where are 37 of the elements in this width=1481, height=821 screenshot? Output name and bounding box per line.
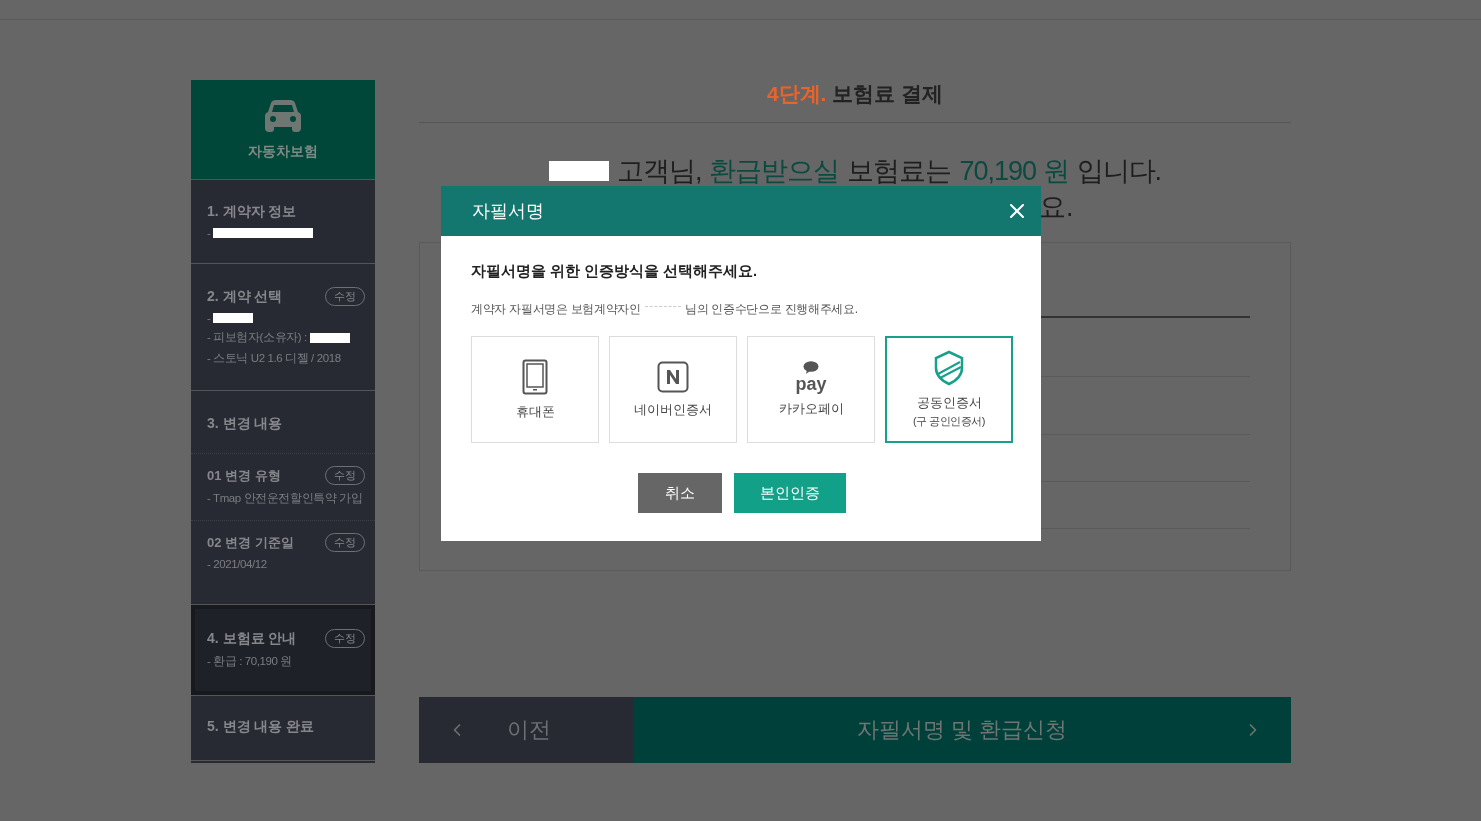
verify-button[interactable]: 본인인증 xyxy=(734,473,846,513)
summary-text: - xyxy=(207,227,365,239)
message-text: 요. xyxy=(1039,191,1074,224)
auth-option[interactable]: 네이버인증서 xyxy=(609,336,737,443)
section-title: 2. 계약 선택 xyxy=(207,287,283,306)
section-title: 1. 계약자 정보 xyxy=(207,203,297,221)
sidebar-section[interactable]: 4. 보험료 안내 수정 - 환급 : 70,190 원 xyxy=(191,605,375,696)
auth-option[interactable]: 공동인증서 (구 공인인증서) xyxy=(885,336,1013,443)
shield-icon xyxy=(934,350,964,386)
sign-and-refund-button[interactable]: 자필서명 및 환급신청 xyxy=(633,697,1291,763)
section-title: 5. 변경 내용 완료 xyxy=(207,718,315,736)
subsection-title: 01 변경 유형 xyxy=(207,466,281,485)
cancel-button[interactable]: 취소 xyxy=(638,473,722,513)
dialog-note: 계약자 자필서명은 보험계약자인 님의 인증수단으로 진행해주세요. xyxy=(471,301,859,318)
summary-text: - 환급 : 70,190 원 xyxy=(207,654,293,669)
sidebar-title: 자동차보험 xyxy=(248,142,318,161)
redaction-block xyxy=(213,313,254,323)
redaction-block xyxy=(309,332,350,343)
phone-icon xyxy=(522,358,548,395)
section-title: 4. 보험료 안내 xyxy=(207,629,297,648)
summary-text: - Tmap 안전운전할인특약 가입 xyxy=(207,491,364,506)
summary-text: - 피보험자(소유자) : xyxy=(207,330,365,345)
dialog-heading: 자필서명을 위한 인증방식을 선택해주세요. xyxy=(471,262,759,281)
car-icon xyxy=(264,98,302,133)
previous-button[interactable]: 이전 xyxy=(419,697,633,763)
subsection-title: 02 변경 기준일 xyxy=(207,533,294,552)
dialog-title: 자필서명 xyxy=(472,200,544,223)
n-letter-icon xyxy=(657,360,689,393)
section-title: 3. 변경 내용 xyxy=(207,415,283,433)
speech-bubble-icon xyxy=(803,361,819,374)
summary-text: - 2021/04/12 xyxy=(207,558,268,570)
refund-message: 고객님, 환급받으실 보험료는 70,190 원 입니다. xyxy=(419,153,1291,189)
auth-option[interactable]: 휴대폰 xyxy=(471,336,599,443)
summary-text: - 스토닉 U2 1.6 디젤 / 2018 xyxy=(207,351,342,366)
auth-option[interactable]: pay 카카오페이 xyxy=(747,336,875,443)
summary-text: - xyxy=(207,312,365,324)
step-title: 4단계. 보험료 결제 xyxy=(419,80,1291,123)
